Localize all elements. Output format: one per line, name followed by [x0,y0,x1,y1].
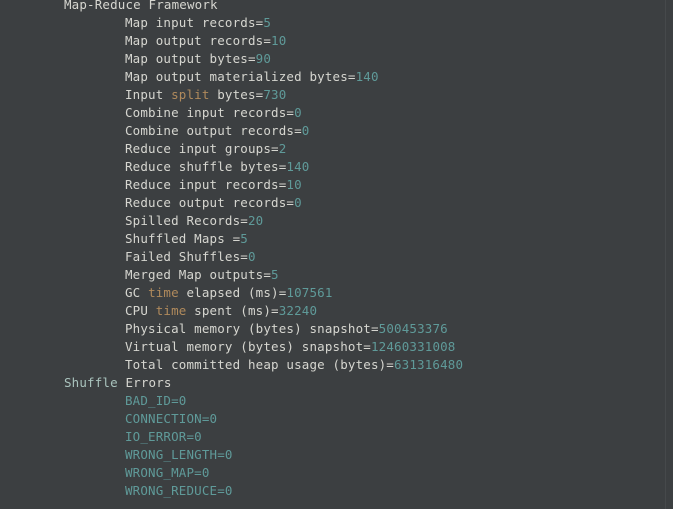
counter-group-header: Map-Reduce Framework [0,0,673,14]
log-token: 0 [301,123,310,138]
counter-row: Spilled Records=20 [0,212,673,230]
log-token: Combine input records= [125,105,295,120]
log-token: GC [125,285,149,300]
log-token: split [171,87,210,102]
log-token: Failed Shuffles= [125,249,248,264]
log-token: 0 [294,195,302,210]
counter-row: Failed Shuffles=0 [0,248,673,266]
log-token: Map output bytes= [125,51,256,66]
log-token: IO_ERROR=0 [125,429,202,444]
log-token: BAD_ID=0 [125,393,187,408]
log-token: Virtual memory (bytes) snapshot= [125,339,371,354]
log-token: 12460331008 [370,339,456,354]
log-token: 20 [247,213,264,228]
log-token: Reduce input records= [125,177,287,192]
counter-row: Combine output records=0 [0,122,673,140]
log-token: WRONG_MAP=0 [125,465,210,480]
log-token: Reduce shuffle bytes= [125,159,287,174]
log-token: 140 [355,69,379,84]
log-token: 107561 [286,285,333,300]
log-token: Spilled Records= [125,213,248,228]
log-token: time [155,303,187,318]
counter-row: BAD_ID=0 [0,392,673,410]
counter-row: Total committed heap usage (bytes)=63131… [0,356,673,374]
counter-row: Map output materialized bytes=140 [0,68,673,86]
counter-row: Shuffled Maps =5 [0,230,673,248]
log-token: elapsed (ms)= [178,285,287,300]
counter-row: WRONG_MAP=0 [0,464,673,482]
log-token: spent (ms)= [186,303,279,318]
log-token: 2 [278,141,287,156]
counter-row: Virtual memory (bytes) snapshot=12460331… [0,338,673,356]
counter-row: WRONG_LENGTH=0 [0,446,673,464]
log-token: Map-Reduce Framework [64,0,218,12]
log-token: Map input records= [125,15,264,30]
log-token: time [148,285,179,300]
log-token: Errors [117,375,172,390]
log-token: 0 [294,105,302,120]
log-token: 10 [271,33,287,48]
counter-row: WRONG_REDUCE=0 [0,482,673,500]
log-token: Shuffle [64,375,118,390]
counter-row: Reduce output records=0 [0,194,673,212]
log-token: 5 [263,15,272,30]
counter-row: Input split bytes=730 [0,86,673,104]
log-token: Combine output records= [125,123,302,138]
counter-row: GC time elapsed (ms)=107561 [0,284,673,302]
counter-row: Merged Map outputs=5 [0,266,673,284]
console-output-pane[interactable]: Reduce FrameworkMap-Reduce FrameworkMap … [0,0,673,509]
log-token: 90 [255,51,272,66]
log-token: WRONG_LENGTH=0 [125,447,233,462]
log-token: 5 [240,231,248,246]
log-token: 631316480 [394,357,464,372]
log-token: bytes= [209,87,264,102]
log-token: Reduce input groups= [125,141,279,156]
log-token: Shuffled Maps = [125,231,241,246]
counter-row: Combine input records=0 [0,104,673,122]
counter-row: Map output bytes=90 [0,50,673,68]
log-token: Reduce output records= [125,195,295,210]
log-token: 10 [286,177,302,192]
counter-row: IO_ERROR=0 [0,428,673,446]
counter-row: Map input records=5 [0,14,673,32]
counter-row: CPU time spent (ms)=32240 [0,302,673,320]
counter-row: Physical memory (bytes) snapshot=5004533… [0,320,673,338]
log-token: Map output materialized bytes= [125,69,356,84]
counter-row: Map output records=10 [0,32,673,50]
log-token: 500453376 [378,321,448,336]
log-line-list: Reduce FrameworkMap-Reduce FrameworkMap … [0,0,673,500]
log-token: 5 [271,267,279,282]
counter-row: Reduce input groups=2 [0,140,673,158]
log-token: Physical memory (bytes) snapshot= [125,321,379,336]
counter-row: CONNECTION=0 [0,410,673,428]
counter-row: Reduce input records=10 [0,176,673,194]
log-token: Total committed heap usage (bytes)= [125,357,394,372]
log-token: Input [125,87,172,102]
editor-right-border [665,0,666,509]
log-token: 730 [263,87,287,102]
log-token: Map output records= [125,33,272,48]
counter-row: Reduce shuffle bytes=140 [0,158,673,176]
counter-group-header: Shuffle Errors [0,374,673,392]
log-token: CONNECTION=0 [125,411,218,426]
log-token: WRONG_REDUCE=0 [125,483,233,498]
log-token: 32240 [278,303,318,318]
log-token: CPU [125,303,156,318]
log-token: Merged Map outputs= [125,267,272,282]
log-token: 0 [247,249,256,264]
log-token: 140 [286,159,310,174]
